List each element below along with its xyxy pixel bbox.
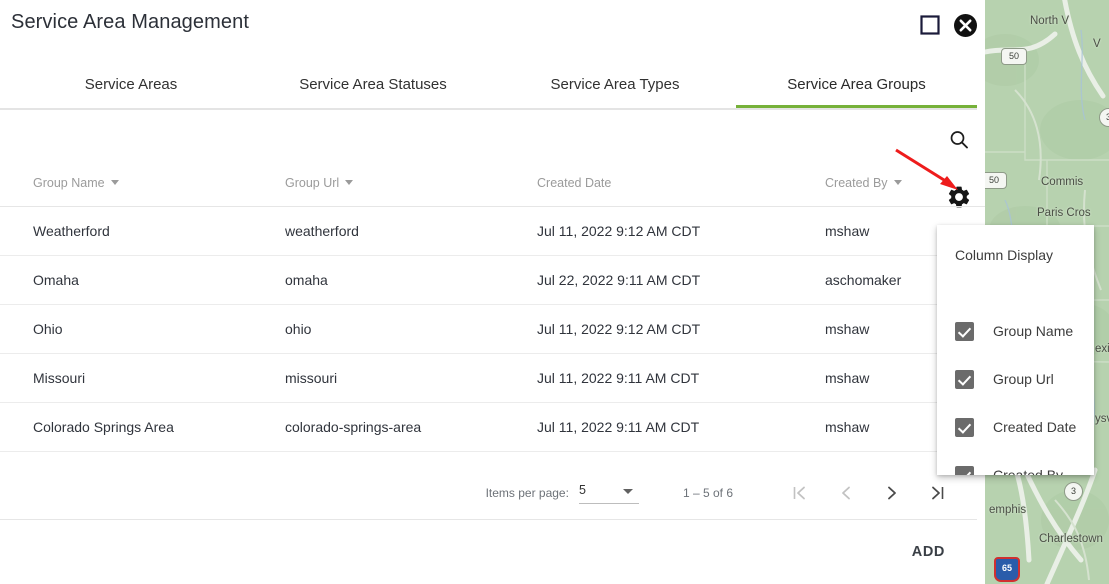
dialog-header: Service Area Management [0,0,985,56]
add-button[interactable]: ADD [898,536,959,568]
items-per-page-select[interactable]: 5 [578,481,639,504]
table-row[interactable]: Ohio ohio Jul 11, 2022 9:12 AM CDT mshaw [0,304,985,354]
next-page-button[interactable] [881,482,903,504]
column-header-label: Group Name [33,176,105,190]
column-header-group-url[interactable]: Group Url [285,176,537,207]
column-display-title: Column Display [955,247,1054,263]
cell-created-date: Jul 11, 2022 9:11 AM CDT [537,353,825,403]
table-row[interactable]: Omaha omaha Jul 22, 2022 9:11 AM CDT asc… [0,255,985,305]
menu-option-label: Group Name [993,323,1074,339]
table-row[interactable]: Missouri missouri Jul 11, 2022 9:11 AM C… [0,353,985,403]
maximize-square-icon [920,15,940,35]
cell-group-name: Colorado Springs Area [0,402,285,452]
table-paginator: Items per page: 5 1 – 5 of 6 [0,466,977,520]
table-header: Group Name Group Url Created Date Create… [0,176,985,207]
page-title: Service Area Management [11,11,249,33]
items-per-page-value: 5 [578,483,586,497]
menu-option-label: Created Date [993,419,1077,435]
cell-group-url: omaha [285,255,537,305]
search-button[interactable] [946,127,972,153]
active-tab-indicator [736,105,977,108]
tab-service-area-groups[interactable]: Service Area Groups [736,62,977,108]
cell-created-date: Jul 11, 2022 9:12 AM CDT [537,206,825,256]
items-per-page-label: Items per page: [485,485,569,500]
checkbox-checked-icon[interactable] [955,321,974,341]
column-header-label: Created Date [537,176,612,190]
cell-group-name: Omaha [0,255,285,305]
last-page-button[interactable] [927,482,949,504]
cell-created-date: Jul 11, 2022 9:11 AM CDT [537,402,825,452]
table-body: Weatherford weatherford Jul 11, 2022 9:1… [0,206,985,452]
cell-group-name: Ohio [0,304,285,354]
map-label: exin [1095,343,1109,355]
tab-service-area-statuses[interactable]: Service Area Statuses [252,62,494,106]
table-header-row: Group Name Group Url Created Date Create… [0,176,985,207]
menu-option-created-by[interactable]: Created By [955,463,1063,475]
tab-service-areas[interactable]: Service Areas [10,62,252,106]
cell-group-name: Weatherford [0,206,285,256]
tab-label: Service Areas [84,75,178,93]
interstate-shield-icon: 65 [994,557,1020,582]
table-row[interactable]: Colorado Springs Area colorado-springs-a… [0,402,985,452]
map-label: Commis [1041,176,1084,188]
map-label: North V [1030,15,1069,27]
cell-group-url: colorado-springs-area [285,402,537,452]
checkbox-checked-icon[interactable] [955,369,974,389]
map-label: Charlestown [1039,533,1103,545]
menu-option-created-date[interactable]: Created Date [955,415,1076,439]
map-label: ysvi [1095,413,1109,425]
cell-created-date: Jul 22, 2022 9:11 AM CDT [537,255,825,305]
close-circle-x-icon [954,14,977,37]
chevron-down-icon [622,489,633,494]
sort-descending-icon [893,180,902,186]
column-header-group-name[interactable]: Group Name [0,176,285,207]
search-icon [950,131,968,149]
column-header-created-date[interactable]: Created Date [537,176,825,207]
menu-option-group-name[interactable]: Group Name [955,319,1073,343]
tab-service-area-types[interactable]: Service Area Types [494,62,736,106]
previous-page-icon [842,486,850,499]
dialog-footer: ADD [0,520,977,584]
cell-group-url: weatherford [285,206,537,256]
column-header-label: Group Url [285,176,340,190]
tab-label: Service Area Statuses [299,75,447,93]
cell-group-url: missouri [285,353,537,403]
state-route-shield-icon: 3 [1064,482,1083,501]
column-header-created-by[interactable]: Created By [825,176,985,207]
maximize-button[interactable] [919,14,941,36]
first-page-icon [793,486,805,499]
first-page-button[interactable] [789,482,811,504]
sort-descending-icon [110,180,119,186]
map-label: V [1093,38,1101,50]
service-area-management-dialog: Service Area Management Service Areas Se… [0,0,985,584]
menu-option-label: Group Url [993,371,1054,387]
last-page-icon [932,486,944,499]
cell-created-date: Jul 11, 2022 9:12 AM CDT [537,304,825,354]
checkbox-checked-icon[interactable] [955,465,974,475]
page-range-label: 1 – 5 of 6 [682,485,733,500]
tab-bar: Service Areas Service Area Statuses Serv… [0,62,977,110]
close-button[interactable] [953,13,978,38]
table-row[interactable]: Weatherford weatherford Jul 11, 2022 9:1… [0,206,985,256]
map-label: Paris Cros [1037,207,1091,219]
map-label: emphis [989,504,1027,516]
menu-option-group-url[interactable]: Group Url [955,367,1054,391]
cell-group-url: ohio [285,304,537,354]
tab-label: Service Area Groups [787,75,926,93]
sort-descending-icon [345,180,354,186]
column-header-label: Created By [825,176,888,190]
menu-option-label: Created By [993,467,1064,475]
previous-page-button[interactable] [835,482,857,504]
cell-group-name: Missouri [0,353,285,403]
column-display-menu: Column Display Group Name Group Url Crea… [937,225,1094,475]
app-screenshot: Service Area Management Service Areas Se… [0,0,1109,584]
tab-label: Service Area Types [550,75,680,93]
highway-shield-icon: 50 [985,172,1007,189]
highway-shield-icon: 50 [1001,48,1027,65]
checkbox-checked-icon[interactable] [955,417,974,437]
service-area-groups-table: Group Name Group Url Created Date Create… [0,176,985,452]
next-page-icon [888,486,896,499]
